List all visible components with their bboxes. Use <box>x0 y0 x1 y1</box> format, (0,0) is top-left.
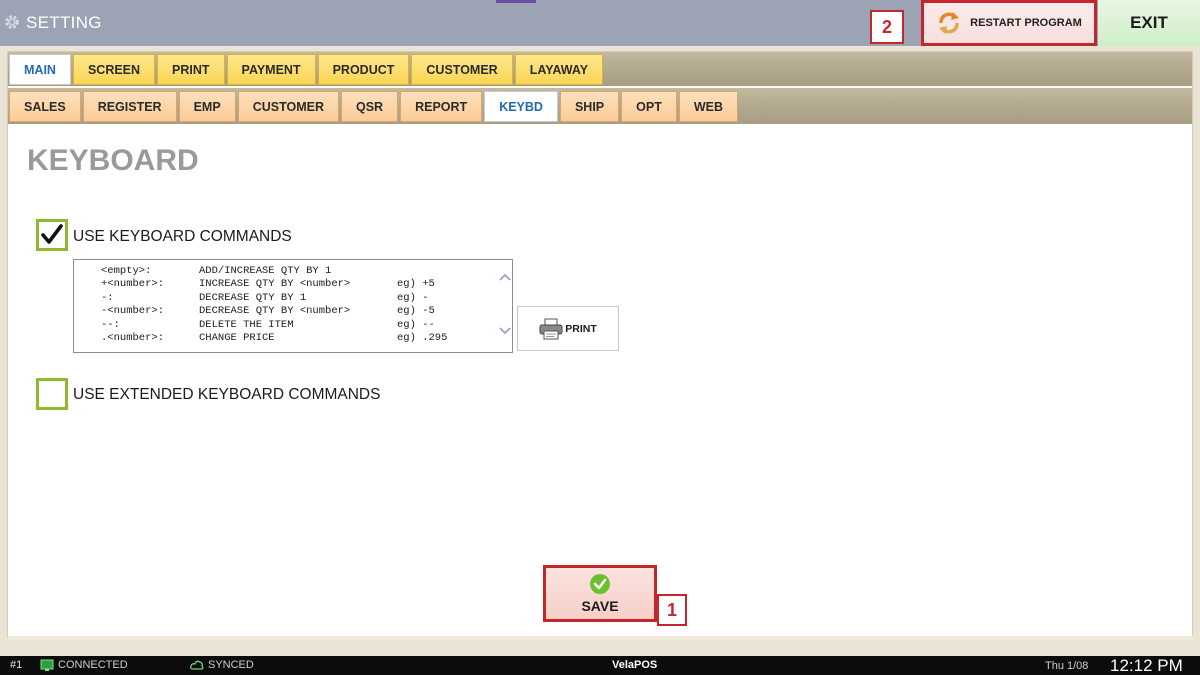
sync-status: SYNCED <box>190 659 254 671</box>
use-keyboard-commands-label: USE KEYBOARD COMMANDS <box>73 228 292 245</box>
tab-sub-register[interactable]: REGISTER <box>82 91 177 122</box>
tab-sub-customer[interactable]: CUSTOMER <box>237 91 339 122</box>
tab-sub-web[interactable]: WEB <box>678 91 739 122</box>
connection-status: CONNECTED <box>40 659 128 671</box>
scroll-up-icon[interactable] <box>499 272 511 284</box>
tab-main-layaway[interactable]: LAYAWAY <box>514 54 604 85</box>
command-key: .<number>: <box>101 332 165 345</box>
use-keyboard-commands-checkbox[interactable] <box>36 219 68 251</box>
status-date: Thu 1/08 <box>1045 660 1089 672</box>
scroll-down-icon[interactable] <box>499 324 511 336</box>
top-accent-line <box>496 0 536 3</box>
command-line: --: DELETE THE ITEM eg) -- <box>101 319 447 332</box>
tab-sub-ship[interactable]: SHIP <box>559 91 620 122</box>
gear-icon <box>5 15 19 29</box>
tab-sub-qsr[interactable]: QSR <box>341 91 399 122</box>
command-line: -<number>: DECREASE QTY BY <number> eg) -5 <box>101 305 447 318</box>
use-extended-keyboard-commands-checkbox[interactable] <box>36 378 68 410</box>
status-bar: #1 CONNECTED SYNCED VelaPOS Thu 1/08 12:… <box>0 656 1200 675</box>
terminal-number: #1 <box>10 659 23 671</box>
main-tabs: MAIN SCREEN PRINT PAYMENT PRODUCT CUSTOMER LAY… <box>9 54 604 85</box>
settings-panel: MAIN SCREEN PRINT PAYMENT PRODUCT CUSTOMER LAY… <box>7 51 1194 640</box>
app-name: VelaPOS <box>612 659 658 671</box>
commands-text: <empty>: ADD/INCREASE QTY BY 1 +<number>: I… <box>101 265 447 345</box>
command-example: eg) -- <box>397 318 435 331</box>
page-title: KEYBOARD <box>27 144 199 177</box>
panel-bottom-edge <box>8 636 1194 640</box>
save-label: SAVE <box>581 598 619 614</box>
command-key: -<number>: <box>101 305 165 318</box>
check-circle-icon <box>590 574 610 594</box>
command-desc: DECREASE QTY BY 1 <box>199 291 307 304</box>
tab-main-main[interactable]: MAIN <box>9 54 71 85</box>
annotation-marker-2: 2 <box>870 10 904 44</box>
status-time: 12:12 PM <box>1110 656 1183 675</box>
command-key: <empty>: <box>101 265 152 277</box>
keyboard-commands-list[interactable]: <empty>: ADD/INCREASE QTY BY 1 +<number>: I… <box>73 259 513 353</box>
connected-icon <box>40 659 54 671</box>
restart-program-button[interactable]: RESTART PROGRAM <box>921 0 1097 46</box>
tab-main-customer[interactable]: CUSTOMER <box>411 54 513 85</box>
tab-sub-emp[interactable]: EMP <box>178 91 236 122</box>
print-button[interactable]: PRINT <box>517 306 619 351</box>
command-line: .<number>: CHANGE PRICE eg) .295 <box>101 332 447 345</box>
settings-frame: MAIN SCREEN PRINT PAYMENT PRODUCT CUSTOMER LAY… <box>0 46 1200 656</box>
command-example: eg) +5 <box>397 278 435 291</box>
command-example: eg) -5 <box>397 305 435 318</box>
tab-sub-sales[interactable]: SALES <box>9 91 81 122</box>
sync-label: SYNCED <box>208 659 254 671</box>
command-desc: CHANGE PRICE <box>199 332 275 345</box>
annotation-marker-1: 1 <box>657 594 687 626</box>
command-key: -: <box>101 291 114 304</box>
connection-label: CONNECTED <box>58 659 128 671</box>
command-desc: DECREASE QTY BY <number> <box>199 305 351 318</box>
command-desc: INCREASE QTY BY <number> <box>199 278 351 291</box>
tab-sub-report[interactable]: REPORT <box>400 91 483 122</box>
command-example: eg) .295 <box>397 332 448 345</box>
command-line: <empty>: ADD/INCREASE QTY BY 1 <box>101 265 447 278</box>
keyboard-settings-content: KEYBOARD USE KEYBOARD COMMANDS <empty>: A… <box>8 124 1192 637</box>
sub-tabs: SALES REGISTER EMP CUSTOMER QSR REPORT KEYBD SH… <box>9 91 739 122</box>
print-label: PRINT <box>565 322 597 335</box>
command-line: +<number>: INCREASE QTY BY <number> eg) +5 <box>101 278 447 291</box>
tab-main-product[interactable]: PRODUCT <box>317 54 410 85</box>
printer-icon <box>539 318 563 339</box>
command-desc: DELETE THE ITEM <box>199 318 294 331</box>
cloud-icon <box>190 660 204 670</box>
command-example: eg) - <box>397 291 429 304</box>
exit-button[interactable]: EXIT <box>1098 0 1200 46</box>
tab-main-screen[interactable]: SCREEN <box>72 54 156 85</box>
save-button[interactable]: SAVE <box>543 565 657 622</box>
tab-main-print[interactable]: PRINT <box>157 54 225 85</box>
command-line: -: DECREASE QTY BY 1 eg) - <box>101 292 447 305</box>
tab-sub-keybd[interactable]: KEYBD <box>484 91 558 122</box>
command-key: +<number>: <box>101 278 165 291</box>
command-desc: ADD/INCREASE QTY BY 1 <box>199 265 332 277</box>
restart-program-label: RESTART PROGRAM <box>970 17 1082 29</box>
command-key: --: <box>101 318 120 331</box>
tab-main-payment[interactable]: PAYMENT <box>226 54 316 85</box>
restart-icon <box>939 12 960 34</box>
window-title: SETTING <box>26 13 102 32</box>
use-extended-keyboard-commands-label: USE EXTENDED KEYBOARD COMMANDS <box>73 386 381 403</box>
checkmark-icon <box>41 224 63 244</box>
tab-sub-opt[interactable]: OPT <box>621 91 677 122</box>
